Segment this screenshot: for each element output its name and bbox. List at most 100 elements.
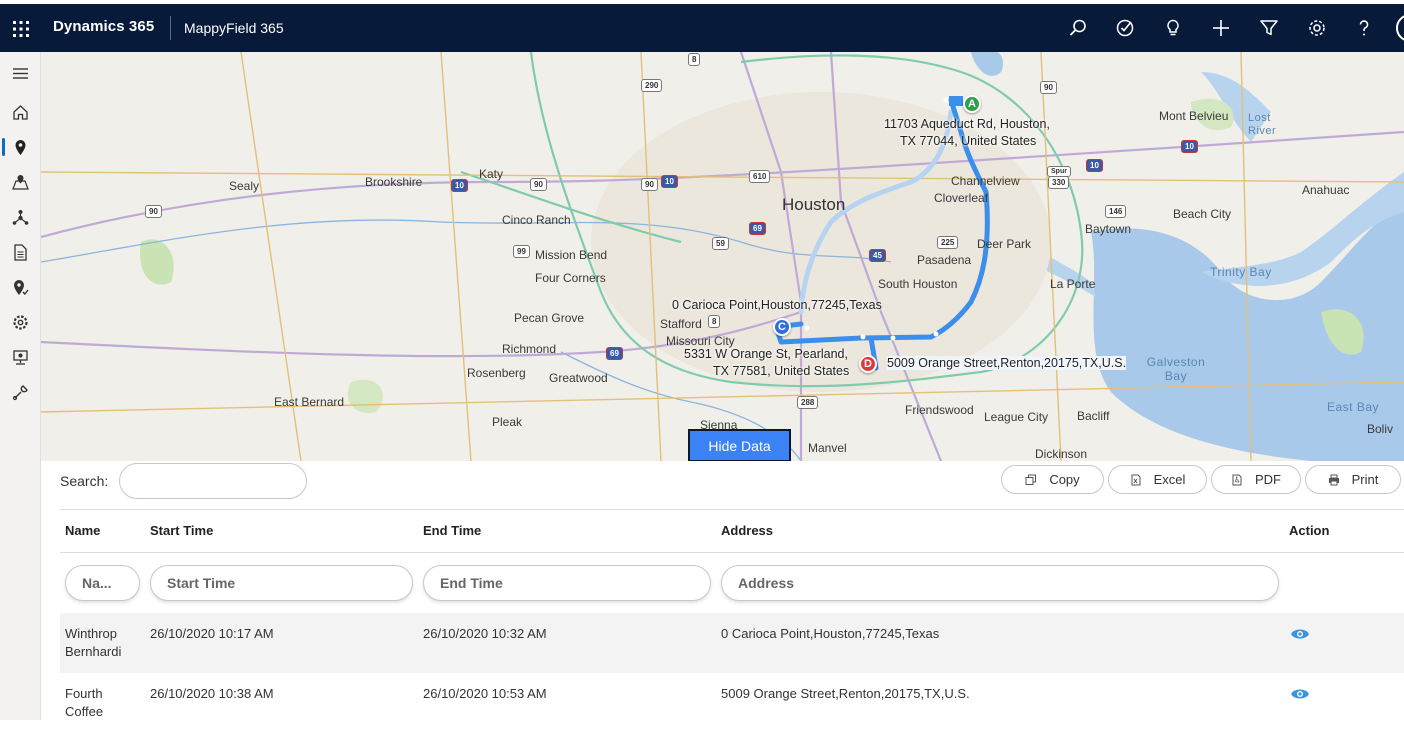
start-time-filter-input[interactable]: Start Time (150, 565, 413, 601)
table-divider (60, 509, 1404, 510)
map-label: Cinco Ranch (502, 213, 571, 227)
highway-shield: 8 (708, 315, 721, 328)
end-time-filter-input[interactable]: End Time (423, 565, 711, 601)
highway-shield: 225 (937, 236, 959, 249)
column-header-end-time[interactable]: End Time (423, 523, 481, 538)
highway-shield: 90 (145, 205, 162, 218)
map-label-water: Lost River (1248, 112, 1277, 137)
address-label-a: 11703 Aqueduct Rd, Houston, (884, 117, 1050, 131)
gear-icon[interactable] (1305, 16, 1329, 40)
map-label-water: Trinity Bay (1210, 265, 1272, 279)
hide-data-button[interactable]: Hide Data (688, 429, 791, 462)
help-icon[interactable] (1352, 16, 1376, 40)
plus-icon[interactable] (1209, 16, 1233, 40)
column-header-address[interactable]: Address (721, 523, 773, 538)
sidebar (0, 52, 41, 720)
map-label: Stafford (660, 317, 702, 331)
cell-end-time: 26/10/2020 10:53 AM (423, 686, 547, 701)
map-label: Katy (479, 167, 504, 181)
app-name[interactable]: MappyField 365 (184, 20, 284, 36)
tools-icon[interactable] (0, 377, 41, 407)
map-label: Pasadena (917, 253, 972, 267)
task-icon[interactable] (1113, 16, 1137, 40)
pdf-button[interactable]: PDF (1211, 465, 1301, 494)
address-label-c: 0 Carioca Point,Houston,77245,Texas (672, 298, 882, 312)
network-icon[interactable] (0, 202, 41, 232)
map-label: Brookshire (365, 175, 423, 189)
map-label: East Bernard (274, 395, 345, 409)
excel-icon (1131, 474, 1141, 485)
route-pin-d[interactable]: D (859, 355, 877, 373)
highway-shield: 90 (530, 178, 547, 191)
highway-shield: 8 (688, 53, 701, 66)
table-row[interactable]: Fourth Coffee 26/10/2020 10:38 AM 26/10/… (60, 673, 1404, 733)
app-launcher-icon[interactable] (12, 20, 30, 38)
pdf-label: PDF (1255, 472, 1281, 487)
map-label: Dickinson (1035, 447, 1088, 461)
view-eye-icon[interactable] (1290, 627, 1310, 641)
map-pin-icon[interactable] (0, 132, 41, 162)
map-label: South Houston (878, 277, 958, 291)
map-label: League City (984, 410, 1049, 424)
filter-icon[interactable] (1257, 16, 1281, 40)
monitor-icon[interactable] (0, 342, 41, 372)
highway-shield: 290 (641, 79, 663, 92)
highway-shield: 59 (712, 237, 729, 250)
document-icon[interactable] (0, 237, 41, 267)
map-route-icon[interactable] (0, 167, 41, 197)
menu-icon[interactable] (0, 58, 41, 88)
print-button[interactable]: Print (1305, 465, 1401, 494)
map-label: Pleak (492, 415, 523, 429)
top-bar: Dynamics 365 MappyField 365 (0, 0, 1404, 52)
print-icon (1328, 474, 1339, 485)
search-label: Search: (60, 473, 109, 489)
cell-address: 0 Carioca Point,Houston,77245,Texas (721, 626, 940, 641)
map-label: Four Corners (535, 271, 606, 285)
map-label: Missouri City (666, 334, 735, 348)
cell-name: Fourth Coffee (65, 685, 103, 721)
route-map[interactable]: Houston Katy Sealy Brookshire Cinco Ranc… (41, 52, 1404, 461)
top-nav: Dynamics 365 MappyField 365 (0, 4, 1404, 52)
cell-start-time: 26/10/2020 10:38 AM (150, 686, 274, 701)
map-label: La Porte (1050, 277, 1096, 291)
gear-icon[interactable] (0, 307, 41, 337)
map-label: Beach City (1173, 207, 1232, 221)
pin-check-icon[interactable] (0, 272, 41, 302)
highway-shield: 10 (451, 179, 468, 192)
highway-shield: 330 (1048, 176, 1070, 189)
column-header-name[interactable]: Name (65, 523, 100, 538)
highway-shield: 288 (797, 396, 819, 409)
excel-button[interactable]: Excel (1108, 465, 1207, 494)
avatar[interactable] (1396, 14, 1404, 42)
highway-shield: 146 (1105, 205, 1127, 218)
copy-button[interactable]: Copy (1001, 465, 1104, 494)
route-pin-a[interactable]: A (963, 95, 981, 113)
app-title[interactable]: Dynamics 365 (53, 18, 154, 35)
search-icon[interactable] (1066, 16, 1090, 40)
address-label-b: TX 77581, United States (713, 364, 850, 378)
highway-shield: 10 (1181, 140, 1198, 153)
table-row[interactable]: Winthrop Bernhardi 26/10/2020 10:17 AM 2… (60, 613, 1404, 673)
name-line: Bernhardi (65, 644, 122, 659)
highway-shield: 90 (641, 178, 658, 191)
search-input[interactable] (119, 463, 307, 499)
view-eye-icon[interactable] (1290, 687, 1310, 701)
highway-shield: 10 (661, 175, 678, 188)
cell-name: Winthrop Bernhardi (65, 625, 121, 661)
name-line: Coffee (65, 704, 104, 719)
route-pin-c[interactable]: C (773, 318, 791, 336)
excel-label: Excel (1153, 472, 1186, 487)
column-header-start-time[interactable]: Start Time (150, 523, 213, 538)
highway-shield: 69 (749, 222, 766, 235)
map-label: Sealy (229, 179, 260, 193)
print-label: Print (1351, 472, 1379, 487)
map-label: Channelview (951, 174, 1020, 188)
highway-shield: 10 (1086, 159, 1103, 172)
name-filter-input[interactable]: Na... (65, 565, 140, 601)
lightbulb-icon[interactable] (1161, 16, 1185, 40)
address-filter-input[interactable]: Address (721, 565, 1279, 601)
highway-shield: 69 (606, 347, 623, 360)
map-label-houston: Houston (782, 195, 846, 214)
cell-start-time: 26/10/2020 10:17 AM (150, 626, 274, 641)
home-icon[interactable] (0, 97, 41, 127)
